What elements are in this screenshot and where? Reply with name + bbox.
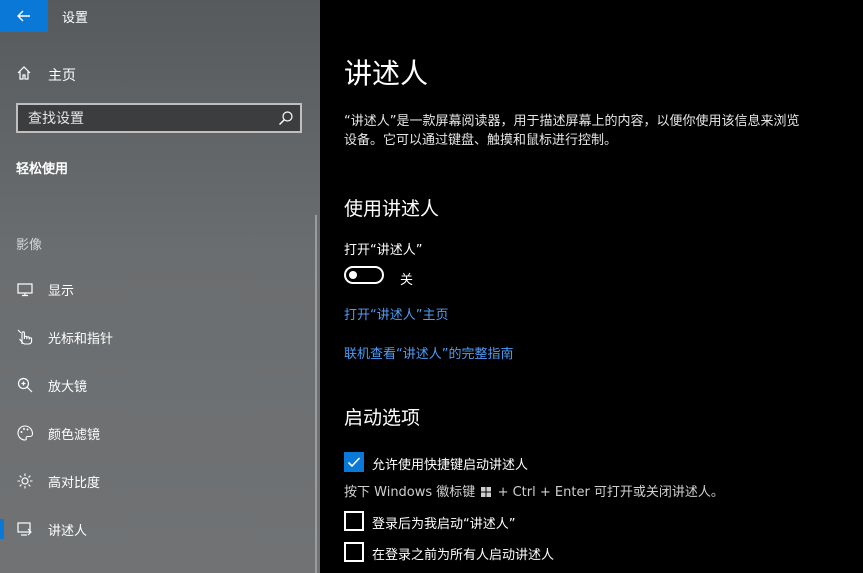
app-title: 设置 (62, 11, 89, 26)
sidebar-item-display[interactable]: 显示 (0, 269, 320, 309)
sidebar-item-label: 颜色滤镜 (48, 428, 101, 443)
title-bar: 设置 (0, 0, 320, 32)
toggle-label: 打开“讲述人” (344, 243, 423, 258)
hint-text-post: + Ctrl + Enter 可打开或关闭讲述人。 (497, 485, 724, 500)
start-after-signin-label: 登录后为我启动“讲述人” (372, 517, 516, 532)
sidebar-item-cursor-pointer[interactable]: 光标和指针 (0, 317, 320, 357)
group-label: 影像 (16, 238, 43, 253)
contrast-icon (17, 473, 33, 489)
toggle-knob (349, 271, 357, 279)
palette-icon (17, 425, 34, 441)
sidebar-item-magnifier[interactable]: 放大镜 (0, 365, 320, 405)
use-narrator-heading: 使用讲述人 (344, 198, 440, 220)
sidebar-item-label: 高对比度 (48, 476, 101, 491)
sidebar-scrollbar[interactable] (315, 215, 317, 573)
search-box[interactable] (16, 103, 302, 133)
back-button[interactable] (0, 0, 48, 32)
selected-indicator (0, 519, 4, 539)
shortcut-label: 允许使用快捷键启动讲述人 (372, 458, 529, 473)
sidebar-item-narrator[interactable]: 讲述人 (0, 509, 320, 549)
sidebar-item-label: 显示 (48, 284, 75, 299)
search-icon[interactable] (278, 110, 294, 126)
monitor-icon (17, 283, 33, 297)
narrator-icon (17, 522, 32, 536)
sidebar-item-home[interactable]: 主页 (0, 56, 320, 90)
section-title: 轻松使用 (16, 162, 69, 177)
arrow-left-icon (17, 10, 30, 22)
hint-text-pre: 按下 Windows 徽标键 (344, 485, 476, 500)
startup-options-heading: 启动选项 (344, 407, 421, 429)
sidebar-item-color-filters[interactable]: 颜色滤镜 (0, 413, 320, 453)
home-icon (17, 66, 31, 80)
sidebar-item-high-contrast[interactable]: 高对比度 (0, 461, 320, 501)
shortcut-hint: 按下 Windows 徽标键 + Ctrl + Enter 可打开或关闭讲述人。 (344, 481, 724, 500)
sidebar-item-label: 光标和指针 (48, 332, 114, 347)
narrator-home-link[interactable]: 打开“讲述人”主页 (344, 304, 448, 323)
page-title: 讲述人 (344, 57, 429, 90)
sidebar: 设置 主页 轻松使用 影像 显示 光标和指针 放大镜 (0, 0, 320, 573)
search-input[interactable] (26, 108, 270, 130)
start-before-signin-checkbox[interactable] (344, 542, 364, 562)
start-before-signin-label: 在登录之前为所有人启动讲述人 (372, 548, 555, 563)
magnifier-icon (17, 377, 33, 393)
sidebar-item-label: 放大镜 (48, 380, 88, 395)
pointer-icon (17, 329, 33, 345)
sidebar-item-label: 讲述人 (48, 524, 88, 539)
checkmark-icon (347, 457, 361, 468)
page-description: “讲述人”是一款屏幕阅读器，用于描述屏幕上的内容，以便你使用该信息来浏览设备。它… (344, 114, 800, 148)
main-content: 讲述人 “讲述人”是一款屏幕阅读器，用于描述屏幕上的内容，以便你使用该信息来浏览… (320, 0, 863, 573)
narrator-guide-link[interactable]: 联机查看“讲述人”的完整指南 (344, 343, 513, 362)
toggle-state: 关 (400, 273, 414, 288)
home-label: 主页 (48, 68, 76, 84)
narrator-toggle[interactable] (344, 266, 384, 284)
start-after-signin-checkbox[interactable] (344, 511, 364, 531)
windows-logo-icon (481, 487, 492, 497)
shortcut-checkbox[interactable] (344, 452, 364, 472)
